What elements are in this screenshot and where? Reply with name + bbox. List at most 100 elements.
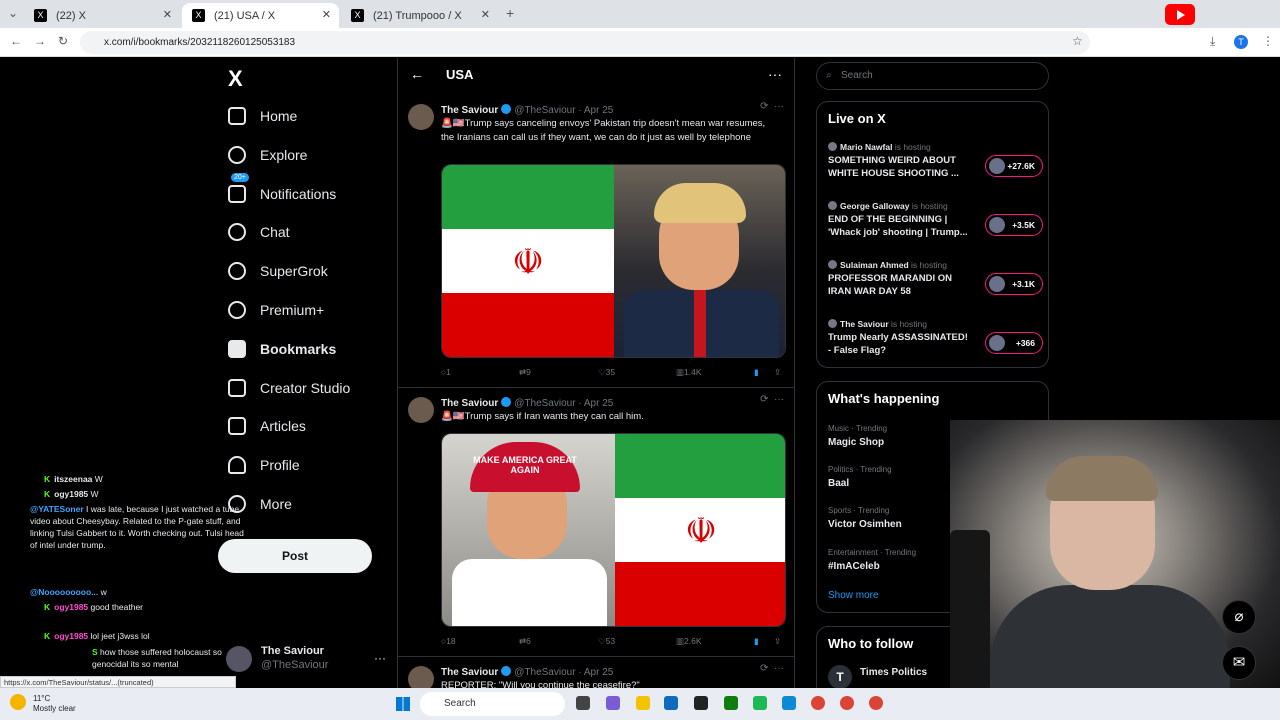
panel-title: What's happening — [828, 391, 940, 406]
show-more-link[interactable]: Show more — [828, 590, 879, 601]
sidebar-item-home[interactable]: Home — [228, 101, 297, 131]
new-tab-icon[interactable]: + — [506, 5, 514, 21]
tweet[interactable]: The Saviour @TheSaviour · Apr 25 ⟳ ··· 🚨🇺… — [398, 96, 794, 388]
iran-emblem-icon: ☫ — [684, 509, 718, 551]
home-icon — [228, 107, 246, 125]
listener-count-pill[interactable]: +3.1K — [985, 273, 1043, 295]
store-icon[interactable] — [664, 696, 678, 710]
close-tab-icon[interactable]: ✕ — [322, 8, 331, 21]
live-space-item[interactable]: The Saviour is hosting Trump Nearly ASSA… — [828, 319, 1043, 369]
sidebar-item-chat[interactable]: Chat — [228, 217, 290, 247]
kick-icon: K — [44, 602, 51, 612]
xbox-icon[interactable] — [724, 696, 738, 710]
messages-fab-icon[interactable]: ✉ — [1222, 646, 1256, 680]
like-button[interactable]: ♡ 35 — [598, 367, 615, 378]
tweet-image[interactable]: MAKE AMERICA GREAT AGAIN ☫ — [441, 433, 786, 627]
windows-start-icon[interactable] — [396, 697, 410, 711]
tweet-menu-icon[interactable]: ⟳ ··· — [760, 394, 784, 405]
back-icon[interactable]: ← — [10, 34, 22, 48]
file-explorer-icon[interactable] — [636, 696, 650, 710]
sidebar-item-articles[interactable]: Articles — [228, 411, 306, 441]
tab-search-icon[interactable]: ⌄ — [8, 6, 18, 20]
listener-count-pill[interactable]: +27.6K — [985, 155, 1043, 177]
reply-button[interactable]: ○ 1 — [441, 367, 451, 377]
capcut-icon[interactable] — [694, 696, 708, 710]
tweet-author[interactable]: The Saviour @TheSaviour · Apr 25 — [441, 397, 613, 409]
more-dots-icon[interactable]: ··· — [768, 66, 782, 82]
repost-button[interactable]: ⇄ 9 — [519, 367, 531, 378]
tweet-actions: ○ 1 ⇄ 9 ♡ 35 ▥ 1.4K ▮ ⇪ — [441, 367, 786, 381]
avatar[interactable] — [408, 666, 434, 688]
tweet-text: 🚨🇺🇸Trump says if Iran wants they can cal… — [441, 411, 644, 422]
bookmark-icon — [228, 340, 246, 358]
verified-icon — [501, 397, 512, 407]
reply-button[interactable]: ○ 18 — [441, 636, 456, 646]
share-icon[interactable]: ⇪ — [774, 636, 781, 647]
live-space-item[interactable]: Sulaiman Ahmed is hosting PROFESSOR MARA… — [828, 260, 1043, 310]
browser-tab[interactable]: X (22) X ✕ — [24, 3, 180, 28]
tweet[interactable]: The Saviour @TheSaviour · Apr 25 ⟳ ··· 🚨🇺… — [398, 389, 794, 657]
grok-fab-icon[interactable]: ⌀ — [1222, 600, 1256, 634]
chrome-icon[interactable] — [840, 696, 854, 710]
avatar: T — [828, 665, 852, 689]
avatar — [828, 142, 837, 151]
browser-tab-strip: ⌄ X (22) X ✕ X (21) USA / X ✕ X (21) Tru… — [0, 0, 1280, 28]
close-tab-icon[interactable]: ✕ — [163, 8, 172, 21]
chat-message: Kogy1985 lol jeet j3wss lol — [44, 631, 150, 641]
kick-icon: K — [44, 631, 51, 641]
bookmark-icon[interactable]: ▮ — [754, 636, 759, 647]
repost-button[interactable]: ⇄ 6 — [519, 636, 531, 647]
avatar[interactable] — [408, 104, 434, 130]
status-bar-url: https://x.com/TheSaviour/status/...(trun… — [0, 676, 236, 688]
like-button[interactable]: ♡ 53 — [598, 636, 615, 647]
sidebar-item-notifications[interactable]: 20+ Notifications — [228, 173, 336, 209]
verified-icon — [501, 104, 512, 114]
views-button[interactable]: ▥ 1.4K — [676, 367, 702, 378]
listener-count-pill[interactable]: +3.5K — [985, 214, 1043, 236]
copilot-icon[interactable] — [606, 696, 620, 710]
live-space-item[interactable]: Mario Nawfal is hosting SOMETHING WEIRD … — [828, 142, 1043, 192]
chrome-icon[interactable] — [869, 696, 883, 710]
profile-avatar[interactable]: T — [1234, 35, 1248, 49]
close-tab-icon[interactable]: ✕ — [481, 8, 490, 21]
sidebar-item-creator-studio[interactable]: Creator Studio — [228, 373, 350, 403]
account-switcher[interactable]: The Saviour @TheSaviour ··· — [226, 643, 386, 683]
sidebar-item-bookmarks[interactable]: Bookmarks — [228, 334, 336, 364]
browser-tab-active[interactable]: X (21) USA / X ✕ — [182, 3, 339, 28]
avatar[interactable] — [408, 397, 434, 423]
sidebar-item-explore[interactable]: Explore — [228, 140, 307, 170]
edge-icon[interactable] — [782, 696, 796, 710]
back-arrow-icon[interactable]: ← — [410, 66, 424, 82]
task-view-icon[interactable] — [576, 696, 590, 710]
bookmark-icon[interactable]: ▮ — [754, 367, 759, 378]
spotify-icon[interactable] — [753, 696, 767, 710]
browser-menu-icon[interactable]: ⋮ — [1262, 34, 1274, 48]
chat-message: Kitszeenaa W — [44, 474, 103, 484]
tweet-author[interactable]: The Saviour @TheSaviour · Apr 25 — [441, 666, 613, 678]
tweet-menu-icon[interactable]: ⟳ ··· — [760, 663, 784, 674]
live-space-item[interactable]: George Galloway is hosting END OF THE BE… — [828, 201, 1043, 251]
tweet-author[interactable]: The Saviour @TheSaviour · Apr 25 — [441, 104, 613, 116]
sidebar-item-premium[interactable]: Premium+ — [228, 295, 324, 325]
bookmark-star-icon[interactable]: ☆ — [1072, 34, 1083, 48]
address-bar[interactable]: x.com/i/bookmarks/2032118260125053183 — [80, 31, 1090, 54]
reload-icon[interactable]: ↻ — [58, 34, 68, 48]
views-button[interactable]: ▥ 2.6K — [676, 636, 702, 647]
x-logo-icon[interactable]: X — [228, 66, 243, 92]
taskbar-search[interactable]: Search — [420, 692, 565, 716]
chat-message: @YATESoner I was late, because I just wa… — [30, 504, 244, 550]
tweet[interactable]: The Saviour @TheSaviour · Apr 25 ⟳ ··· RE… — [398, 658, 794, 688]
tweet-menu-icon[interactable]: ⟳ ··· — [760, 101, 784, 112]
browser-toolbar: ← → ↻ x.com/i/bookmarks/2032118260125053… — [0, 28, 1280, 57]
share-icon[interactable]: ⇪ — [774, 367, 781, 378]
browser-tab[interactable]: X (21) Trumpooo / X ✕ — [341, 3, 498, 28]
listener-count-pill[interactable]: +366 — [985, 332, 1043, 354]
download-icon[interactable]: ⤓ — [1210, 34, 1215, 49]
forward-icon[interactable]: → — [34, 34, 46, 48]
sidebar-item-supergrok[interactable]: SuperGrok — [228, 256, 328, 286]
tweet-image[interactable]: ☫ — [441, 164, 786, 358]
chrome-icon[interactable] — [811, 696, 825, 710]
tweet-text: REPORTER: "Will you continue the ceasefi… — [441, 680, 640, 688]
timeline: ← USA ··· The Saviour @TheSaviour · Apr 2… — [397, 58, 795, 688]
search-input[interactable]: ⌕ Search — [816, 62, 1049, 90]
